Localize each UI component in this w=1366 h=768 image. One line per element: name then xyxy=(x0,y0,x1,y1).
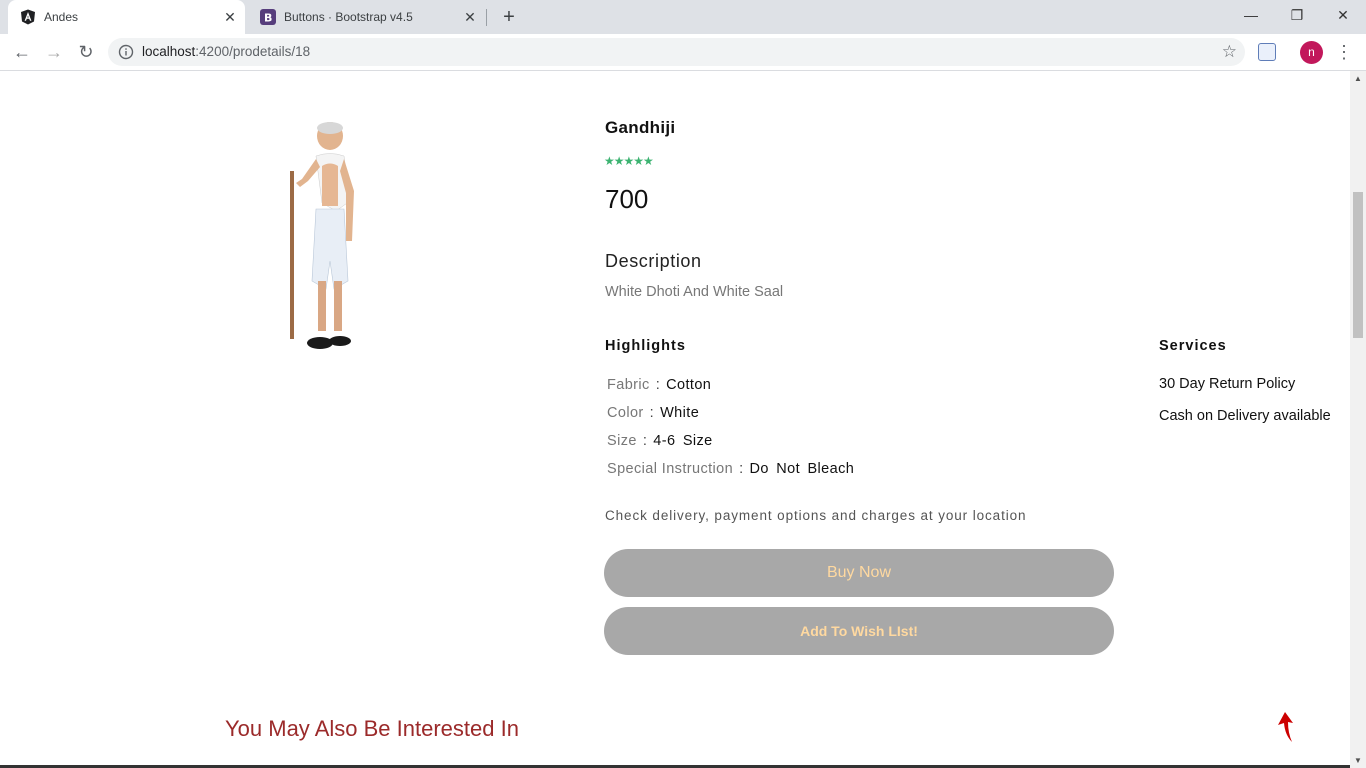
tab-separator xyxy=(486,9,487,26)
highlight-item: Fabric: Cotton xyxy=(607,377,854,405)
scrollbar-thumb[interactable] xyxy=(1353,192,1363,338)
highlight-label: Fabric xyxy=(607,377,650,393)
url-path: :4200/prodetails/18 xyxy=(195,44,311,59)
product-name: Gandhiji xyxy=(605,118,676,137)
url-text: localhost:4200/prodetails/18 xyxy=(142,44,310,59)
highlights-list: Fabric: Cotton Color: White Size:4-6 Size … xyxy=(607,377,854,489)
rating-stars: ★★★★★ xyxy=(604,154,654,168)
add-to-wishlist-button[interactable]: Add To Wish LIst! xyxy=(604,607,1114,655)
highlight-label: Size xyxy=(607,433,637,449)
browser-tabstrip: Andes ✕ B Buttons · Bootstrap v4.5 ✕ + —… xyxy=(0,0,1366,34)
service-item: Cash on Delivery available xyxy=(1159,408,1331,424)
info-icon[interactable] xyxy=(118,44,134,60)
buy-now-button[interactable]: Buy Now xyxy=(604,549,1114,597)
highlight-value: Cotton xyxy=(666,377,712,393)
svg-text:B: B xyxy=(264,12,272,25)
new-tab-button[interactable]: + xyxy=(498,6,520,28)
back-arrow-icon[interactable]: ← xyxy=(10,40,34,64)
highlight-item: Size:4-6 Size xyxy=(607,433,854,461)
tab-title: Andes xyxy=(44,10,79,24)
highlight-item: Special Instruction: Do Not Bleach xyxy=(607,461,854,489)
restore-icon[interactable]: ❐ xyxy=(1274,0,1320,30)
highlight-separator: : xyxy=(739,461,744,477)
kebab-menu-icon[interactable]: ⋮ xyxy=(1334,40,1354,64)
angular-icon xyxy=(21,9,35,25)
address-bar[interactable]: localhost:4200/prodetails/18 ☆ xyxy=(108,38,1245,66)
reload-icon[interactable]: ↻ xyxy=(74,40,98,64)
scroll-up-icon[interactable]: ▲ xyxy=(1354,74,1362,83)
bootstrap-icon: B xyxy=(260,9,276,25)
page-scrollbar[interactable]: ▲ ▼ xyxy=(1350,71,1366,768)
delivery-note: Check delivery, payment options and char… xyxy=(605,508,1027,523)
highlight-separator: : xyxy=(642,433,648,449)
browser-tab-bootstrap[interactable]: B Buttons · Bootstrap v4.5 ✕ xyxy=(248,0,485,34)
forward-arrow-icon[interactable]: → xyxy=(42,40,66,64)
product-image xyxy=(290,122,354,349)
highlight-value: Do Not Bleach xyxy=(749,461,855,477)
page-content: Gandhiji ★★★★★ 700 Description White Dho… xyxy=(0,71,1350,768)
description-text: White Dhoti And White Saal xyxy=(605,284,784,300)
scroll-down-icon[interactable]: ▼ xyxy=(1354,756,1362,765)
tab-title: Buttons · Bootstrap v4.5 xyxy=(284,10,413,24)
highlight-label: Color xyxy=(607,405,644,421)
profile-avatar[interactable]: n xyxy=(1300,41,1323,64)
close-tab-icon[interactable]: ✕ xyxy=(221,8,239,26)
related-products-heading: You May Also Be Interested In xyxy=(225,716,519,741)
highlight-separator: : xyxy=(649,405,655,421)
browser-toolbar: ← → ↻ localhost:4200/prodetails/18 ☆ n ⋮ xyxy=(0,34,1366,71)
bookmark-star-icon[interactable]: ☆ xyxy=(1222,42,1237,62)
close-window-icon[interactable]: ✕ xyxy=(1320,0,1366,30)
extension-icon[interactable] xyxy=(1258,43,1276,61)
highlight-value: 4-6 Size xyxy=(653,433,713,449)
highlights-heading: Highlights xyxy=(605,338,686,354)
minimize-icon[interactable]: — xyxy=(1228,0,1274,30)
highlight-label: Special Instruction xyxy=(607,461,734,477)
service-item: 30 Day Return Policy xyxy=(1159,376,1296,392)
highlight-separator: : xyxy=(655,377,661,393)
description-heading: Description xyxy=(605,251,702,271)
highlight-value: White xyxy=(660,405,700,421)
url-host: localhost xyxy=(142,44,196,59)
services-heading: Services xyxy=(1159,338,1227,354)
close-tab-icon[interactable]: ✕ xyxy=(461,8,479,26)
browser-tab-andes[interactable]: Andes ✕ xyxy=(8,0,245,34)
highlight-item: Color: White xyxy=(607,405,854,433)
services-list: 30 Day Return Policy Cash on Delivery av… xyxy=(1159,376,1331,440)
product-price: 700 xyxy=(605,184,649,214)
back-to-top-arrow-icon[interactable] xyxy=(1276,711,1296,743)
